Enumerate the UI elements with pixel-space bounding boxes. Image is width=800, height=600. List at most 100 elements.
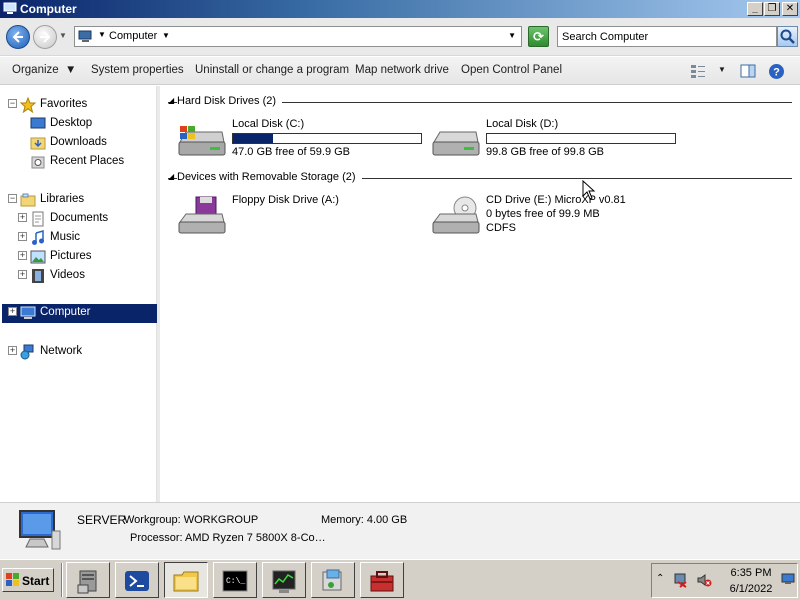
drive-usage-bar (486, 133, 676, 144)
back-button[interactable] (6, 25, 30, 49)
drive-filesystem: CDFS (486, 222, 516, 234)
network-disconnected-icon[interactable] (672, 572, 688, 588)
breadcrumb[interactable]: Computer (109, 30, 157, 42)
system-properties-button[interactable]: System properties (91, 64, 184, 76)
forward-button[interactable] (33, 25, 57, 49)
sidebar-item-label: Network (40, 345, 83, 357)
sidebar-item-favorites[interactable]: − Favorites (8, 96, 148, 114)
refresh-button[interactable]: ⟳ (528, 26, 549, 47)
collapse-group-icon[interactable]: ◢ (168, 172, 174, 181)
content-pane: ◢ Hard Disk Drives (2) Local Disk (C:) 4… (160, 86, 800, 502)
open-control-panel-button[interactable]: Open Control Panel (461, 64, 562, 76)
computer-icon (78, 30, 92, 42)
show-hidden-icons-icon[interactable]: ⌃ (656, 573, 664, 584)
taskbar-server-manager[interactable] (66, 562, 110, 598)
sidebar-item-desktop[interactable]: Desktop (30, 115, 150, 133)
desktop-preview-icon[interactable] (781, 573, 795, 585)
help-icon[interactable]: ? (768, 63, 785, 80)
svg-text:?: ? (773, 67, 780, 79)
task-manager-icon (272, 570, 296, 593)
network-icon (20, 344, 34, 360)
drive-local-disk-c[interactable]: Local Disk (C:) 47.0 GB free of 59.9 GB (176, 118, 426, 166)
sidebar-item-label: Recent Places (50, 155, 125, 167)
expand-icon[interactable]: + (18, 213, 27, 222)
recent-places-icon (31, 156, 45, 169)
sidebar-item-downloads[interactable]: Downloads (30, 134, 150, 152)
group-hard-disk-drives[interactable]: ◢ Hard Disk Drives (2) (168, 95, 792, 109)
expand-icon[interactable]: + (8, 346, 17, 355)
clock-date[interactable]: 6/1/2022 (724, 583, 778, 595)
view-options-icon[interactable] (690, 63, 706, 79)
workgroup: Workgroup: WORKGROUP (124, 514, 259, 526)
restore-button[interactable]: ❐ (764, 2, 780, 16)
taskbar-powershell[interactable] (115, 562, 159, 598)
sidebar-item-recent-places[interactable]: Recent Places (30, 153, 150, 171)
taskbar-control-panel[interactable] (311, 562, 355, 598)
chevron-down-icon[interactable]: ▼ (98, 30, 106, 39)
sidebar-item-label: Music (50, 231, 81, 243)
sidebar-item-label: Videos (50, 269, 85, 281)
view-dropdown-icon[interactable]: ▼ (718, 65, 726, 74)
sidebar-item-pictures[interactable]: + Pictures (18, 248, 148, 266)
history-dropdown-icon[interactable]: ▼ (59, 31, 67, 40)
sidebar-item-music[interactable]: + Music (18, 229, 148, 247)
address-dropdown-icon[interactable]: ▼ (508, 31, 516, 40)
toolbox-icon (370, 571, 394, 592)
chevron-down-icon[interactable]: ▼ (162, 31, 170, 40)
collapse-icon[interactable]: − (8, 194, 17, 203)
group-removable-storage[interactable]: ◢ Devices with Removable Storage (2) (168, 171, 792, 185)
preview-pane-icon[interactable] (740, 63, 756, 79)
taskbar-toolbox[interactable] (360, 562, 404, 598)
collapse-group-icon[interactable]: ◢ (168, 96, 174, 105)
cd-drive-icon (432, 196, 480, 234)
sidebar-item-documents[interactable]: + Documents (18, 210, 148, 228)
title-bar[interactable]: Computer _ ❐ ✕ (0, 0, 800, 18)
search-button[interactable] (777, 26, 798, 47)
sidebar-item-computer[interactable]: + Computer (2, 304, 157, 323)
organize-button[interactable]: Organize ▼ (12, 64, 76, 76)
command-prompt-icon: C:\_ (222, 570, 248, 592)
libraries-icon (20, 193, 36, 207)
address-box[interactable]: ▼ Computer ▼ ▼ (74, 26, 522, 47)
command-bar: Organize ▼ System properties Uninstall o… (0, 57, 800, 85)
sidebar-item-libraries[interactable]: − Libraries (8, 191, 148, 209)
uninstall-program-button[interactable]: Uninstall or change a program (195, 64, 349, 76)
taskbar-task-manager[interactable] (262, 562, 306, 598)
memory: Memory: 4.00 GB (321, 514, 408, 526)
windows-logo-icon (6, 573, 19, 586)
sidebar-item-videos[interactable]: + Videos (18, 267, 148, 285)
volume-muted-icon[interactable] (696, 572, 712, 588)
drive-cd-e[interactable]: CD Drive (E:) MicroXP v0.81 0 bytes free… (430, 194, 680, 242)
minimize-button[interactable]: _ (747, 2, 763, 16)
pictures-icon (30, 250, 46, 264)
star-icon (20, 97, 36, 113)
taskbar-command-prompt[interactable]: C:\_ (213, 562, 257, 598)
expand-icon[interactable]: + (8, 307, 17, 316)
documents-icon (32, 211, 44, 227)
close-button[interactable]: ✕ (782, 2, 798, 16)
folder-icon (173, 571, 199, 592)
start-button[interactable]: Start (2, 568, 54, 592)
collapse-icon[interactable]: − (8, 99, 17, 108)
details-pane: SERVER Workgroup: WORKGROUP Memory: 4.00… (0, 502, 800, 559)
expand-icon[interactable]: + (18, 232, 27, 241)
taskbar-explorer[interactable] (164, 562, 208, 598)
expand-icon[interactable]: + (18, 251, 27, 260)
powershell-icon (125, 571, 149, 591)
sidebar-item-network[interactable]: + Network (8, 343, 148, 361)
drive-local-disk-d[interactable]: Local Disk (D:) 99.8 GB free of 99.8 GB (430, 118, 680, 166)
drive-usage-fill (233, 134, 274, 143)
sidebar-item-label: Downloads (50, 136, 107, 148)
group-title: Hard Disk Drives (2) (177, 95, 283, 107)
search-box[interactable] (557, 26, 777, 47)
sidebar-item-label: Pictures (50, 250, 92, 262)
address-bar-area: ▼ ▼ Computer ▼ ▼ ⟳ (0, 18, 800, 56)
clock-time[interactable]: 6:35 PM (724, 567, 778, 579)
processor: Processor: AMD Ryzen 7 5800X 8-Co… (130, 532, 326, 544)
search-input[interactable] (562, 28, 776, 46)
expand-icon[interactable]: + (18, 270, 27, 279)
window-title: Computer (20, 2, 77, 16)
drive-floppy-a[interactable]: Floppy Disk Drive (A:) (176, 194, 426, 242)
map-network-drive-button[interactable]: Map network drive (355, 64, 449, 76)
computer-icon (3, 2, 17, 14)
